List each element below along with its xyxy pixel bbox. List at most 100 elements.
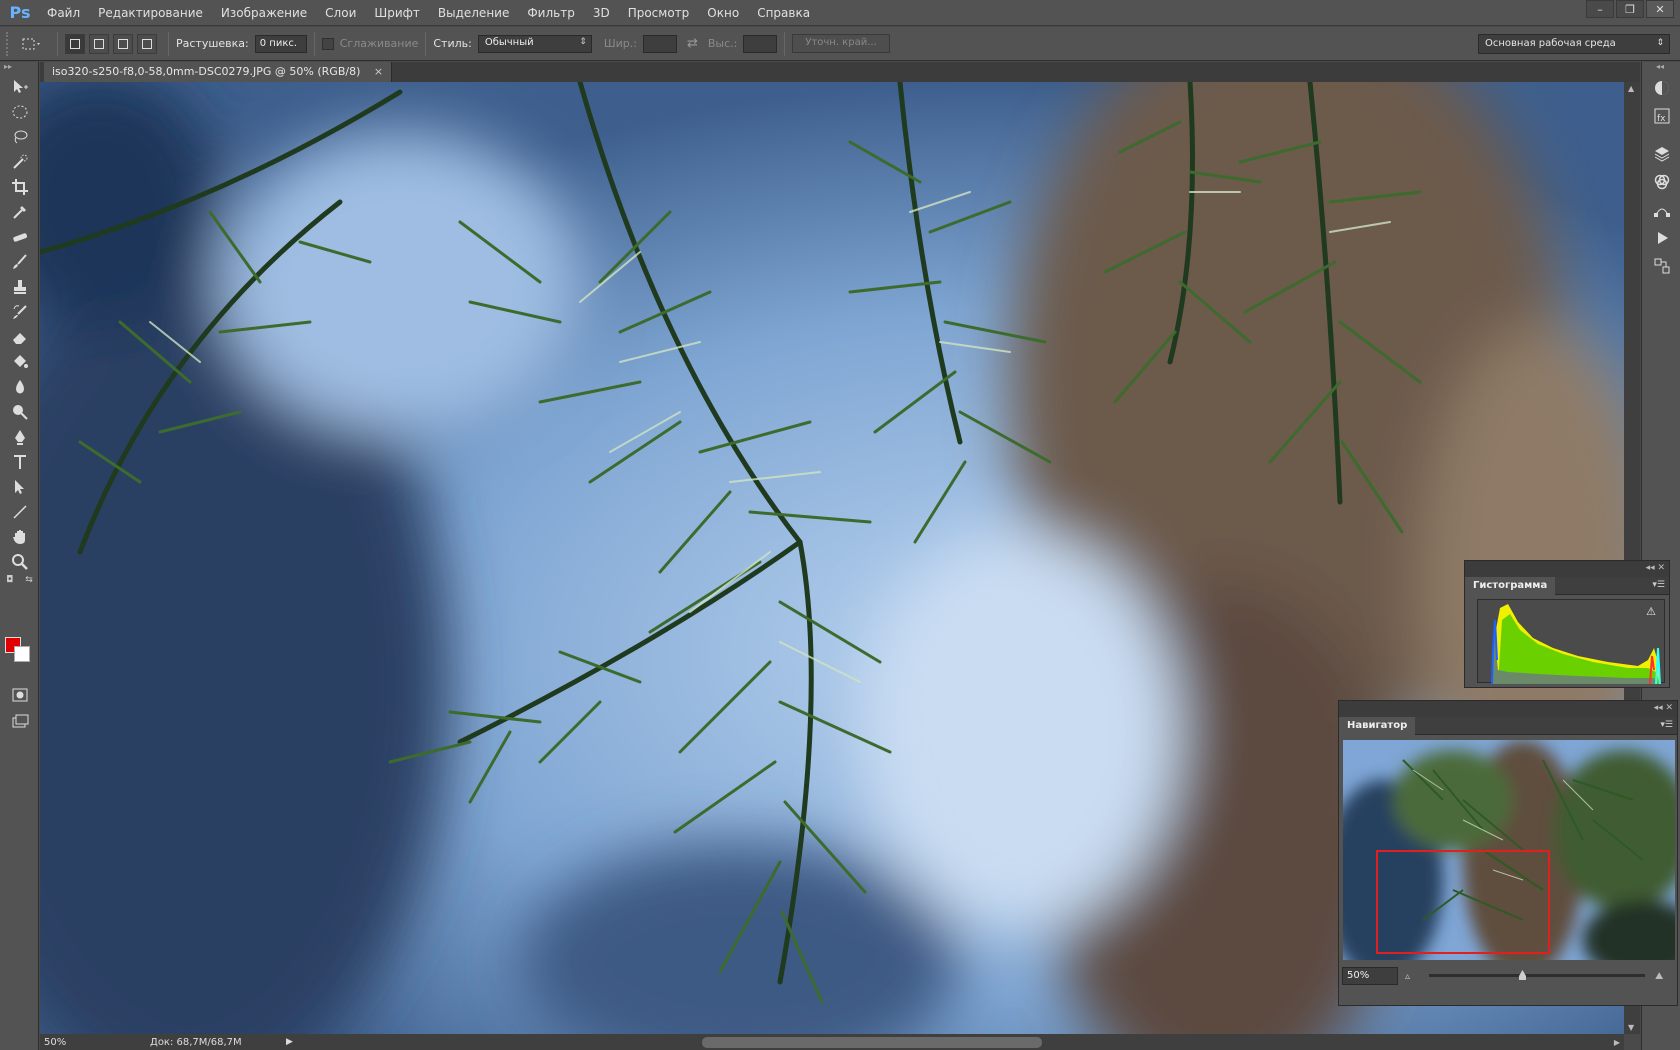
move-tool[interactable] <box>0 74 39 99</box>
quick-selection-tool[interactable] <box>0 149 39 174</box>
menu-type[interactable]: Шрифт <box>365 0 429 26</box>
paths-panel-button[interactable] <box>1642 196 1680 224</box>
histogram-panel-header: ◂◂ ✕ <box>1465 561 1669 577</box>
navigator-preview[interactable] <box>1343 740 1675 960</box>
eyedropper-tool[interactable] <box>0 199 39 224</box>
clone-stamp-tool[interactable] <box>0 274 39 299</box>
navigator-zoom-knob[interactable] <box>1519 970 1526 980</box>
move-icon <box>13 79 28 93</box>
lasso-tool[interactable] <box>0 124 39 149</box>
swap-icon[interactable]: ⇄ <box>687 36 698 51</box>
menu-view[interactable]: Просмотр <box>619 0 699 26</box>
menu-filter[interactable]: Фильтр <box>518 0 583 26</box>
options-grip[interactable] <box>6 31 14 56</box>
photoshop-window: Ps Файл Редактирование Изображение Слои … <box>0 0 1680 1050</box>
horizontal-scroll-thumb[interactable] <box>702 1037 1042 1048</box>
svg-text:fx: fx <box>1657 114 1666 124</box>
collapse-dock-icon[interactable]: ◂◂ <box>1642 62 1680 74</box>
histogram-tab-row: Гистограмма ▾☰ <box>1465 577 1669 595</box>
default-colors-icon[interactable]: ◘ <box>6 575 13 585</box>
brush-tool[interactable] <box>0 249 39 274</box>
navigator-zoom-slider[interactable] <box>1429 974 1645 977</box>
status-zoom[interactable]: 50% <box>40 1037 90 1048</box>
history-panel-button[interactable] <box>1642 252 1680 280</box>
panel-collapse-close-icon[interactable]: ◂◂ ✕ <box>1646 563 1665 573</box>
ellipse-marquee-tool[interactable] <box>0 99 39 124</box>
histogram-chart <box>1491 604 1661 685</box>
antialias-checkbox[interactable] <box>321 37 334 50</box>
height-label: Выс.: <box>707 37 738 50</box>
line-tool[interactable] <box>0 499 39 524</box>
quick-mask-button[interactable] <box>0 682 39 707</box>
actions-panel-button[interactable] <box>1642 224 1680 252</box>
collapse-icon[interactable]: ▸▸ <box>0 62 38 74</box>
navigator-view-box[interactable] <box>1376 850 1550 954</box>
workspace-value: Основная рабочая среда <box>1485 38 1616 49</box>
updown-arrow-icon: ⇕ <box>1656 38 1664 48</box>
dodge-tool[interactable] <box>0 399 39 424</box>
channels-panel-button[interactable] <box>1642 168 1680 196</box>
path-selection-tool[interactable] <box>0 474 39 499</box>
history-brush-icon <box>12 304 27 319</box>
refine-edge-button[interactable]: Уточн. край... <box>792 34 890 53</box>
width-input[interactable] <box>642 34 677 53</box>
close-tab-icon[interactable]: × <box>374 65 383 78</box>
panel-menu-icon[interactable]: ▾☰ <box>1652 580 1665 590</box>
menu-3d[interactable]: 3D <box>584 0 619 26</box>
blur-tool[interactable] <box>0 374 39 399</box>
new-selection-button[interactable] <box>65 33 85 54</box>
navigator-tab[interactable]: Навигатор <box>1339 717 1416 735</box>
menu-edit[interactable]: Редактирование <box>89 0 212 26</box>
close-button[interactable]: ✕ <box>1646 0 1674 18</box>
pen-tool[interactable] <box>0 424 39 449</box>
add-selection-button[interactable] <box>89 33 109 54</box>
document-tab[interactable]: iso320-s250-f8,0-58,0mm-DSC0279.JPG @ 50… <box>44 62 393 82</box>
crop-tool[interactable] <box>0 174 39 199</box>
adjustments-panel-button[interactable] <box>1642 74 1680 102</box>
fx-icon: fx <box>1654 108 1669 124</box>
zoom-in-icon[interactable]: ⛰ <box>1655 971 1663 982</box>
feather-input[interactable]: 0 пикс. <box>254 34 307 53</box>
status-menu-arrow-icon[interactable]: ▶ <box>286 1037 293 1047</box>
layers-panel-button[interactable] <box>1642 140 1680 168</box>
scroll-right-icon[interactable]: ▶ <box>1614 1038 1620 1047</box>
zoom-out-icon[interactable]: ▵ <box>1405 971 1410 982</box>
scroll-up-icon[interactable]: ▲ <box>1628 84 1634 93</box>
panel-collapse-close-icon[interactable]: ◂◂ ✕ <box>1654 703 1673 713</box>
intersect-selection-button[interactable] <box>137 33 157 54</box>
menu-select[interactable]: Выделение <box>429 0 518 26</box>
feather-label: Растушевка: <box>176 37 249 50</box>
menu-layers[interactable]: Слои <box>316 0 365 26</box>
restore-button[interactable]: ❐ <box>1616 0 1644 18</box>
background-color-swatch[interactable] <box>14 646 30 662</box>
scroll-down-icon[interactable]: ▼ <box>1628 1023 1634 1032</box>
style-select[interactable]: Обычный ⇕ <box>477 34 592 53</box>
screen-mode-button[interactable] <box>0 708 39 733</box>
minimize-button[interactable]: – <box>1586 0 1614 18</box>
intersect-selection-icon <box>142 38 152 49</box>
type-tool[interactable] <box>0 449 39 474</box>
tool-preset-picker[interactable] <box>14 33 50 55</box>
subtract-selection-button[interactable] <box>113 33 133 54</box>
height-input[interactable] <box>743 34 778 53</box>
swap-colors-icon[interactable]: ⇆ <box>25 575 33 585</box>
hand-tool[interactable] <box>0 524 39 549</box>
styles-panel-button[interactable]: fx <box>1642 102 1680 130</box>
eraser-tool[interactable] <box>0 324 39 349</box>
histogram-tab[interactable]: Гистограмма <box>1465 577 1556 595</box>
blur-drop-icon <box>15 379 24 393</box>
color-reset-row: ◘ ⇆ <box>0 574 39 586</box>
menu-image[interactable]: Изображение <box>212 0 316 26</box>
zoom-tool[interactable] <box>0 549 39 574</box>
menu-file[interactable]: Файл <box>38 0 89 26</box>
history-brush-tool[interactable] <box>0 299 39 324</box>
navigator-zoom-input[interactable]: 50% <box>1342 967 1398 985</box>
hand-icon <box>12 529 25 544</box>
paint-bucket-tool[interactable] <box>0 349 39 374</box>
panel-menu-icon[interactable]: ▾☰ <box>1660 720 1673 730</box>
healing-brush-tool[interactable] <box>0 224 39 249</box>
histogram-warning-icon[interactable]: ⚠ <box>1646 605 1656 618</box>
menu-help[interactable]: Справка <box>748 0 819 26</box>
menu-window[interactable]: Окно <box>698 0 748 26</box>
workspace-select[interactable]: Основная рабочая среда ⇕ <box>1478 34 1670 54</box>
